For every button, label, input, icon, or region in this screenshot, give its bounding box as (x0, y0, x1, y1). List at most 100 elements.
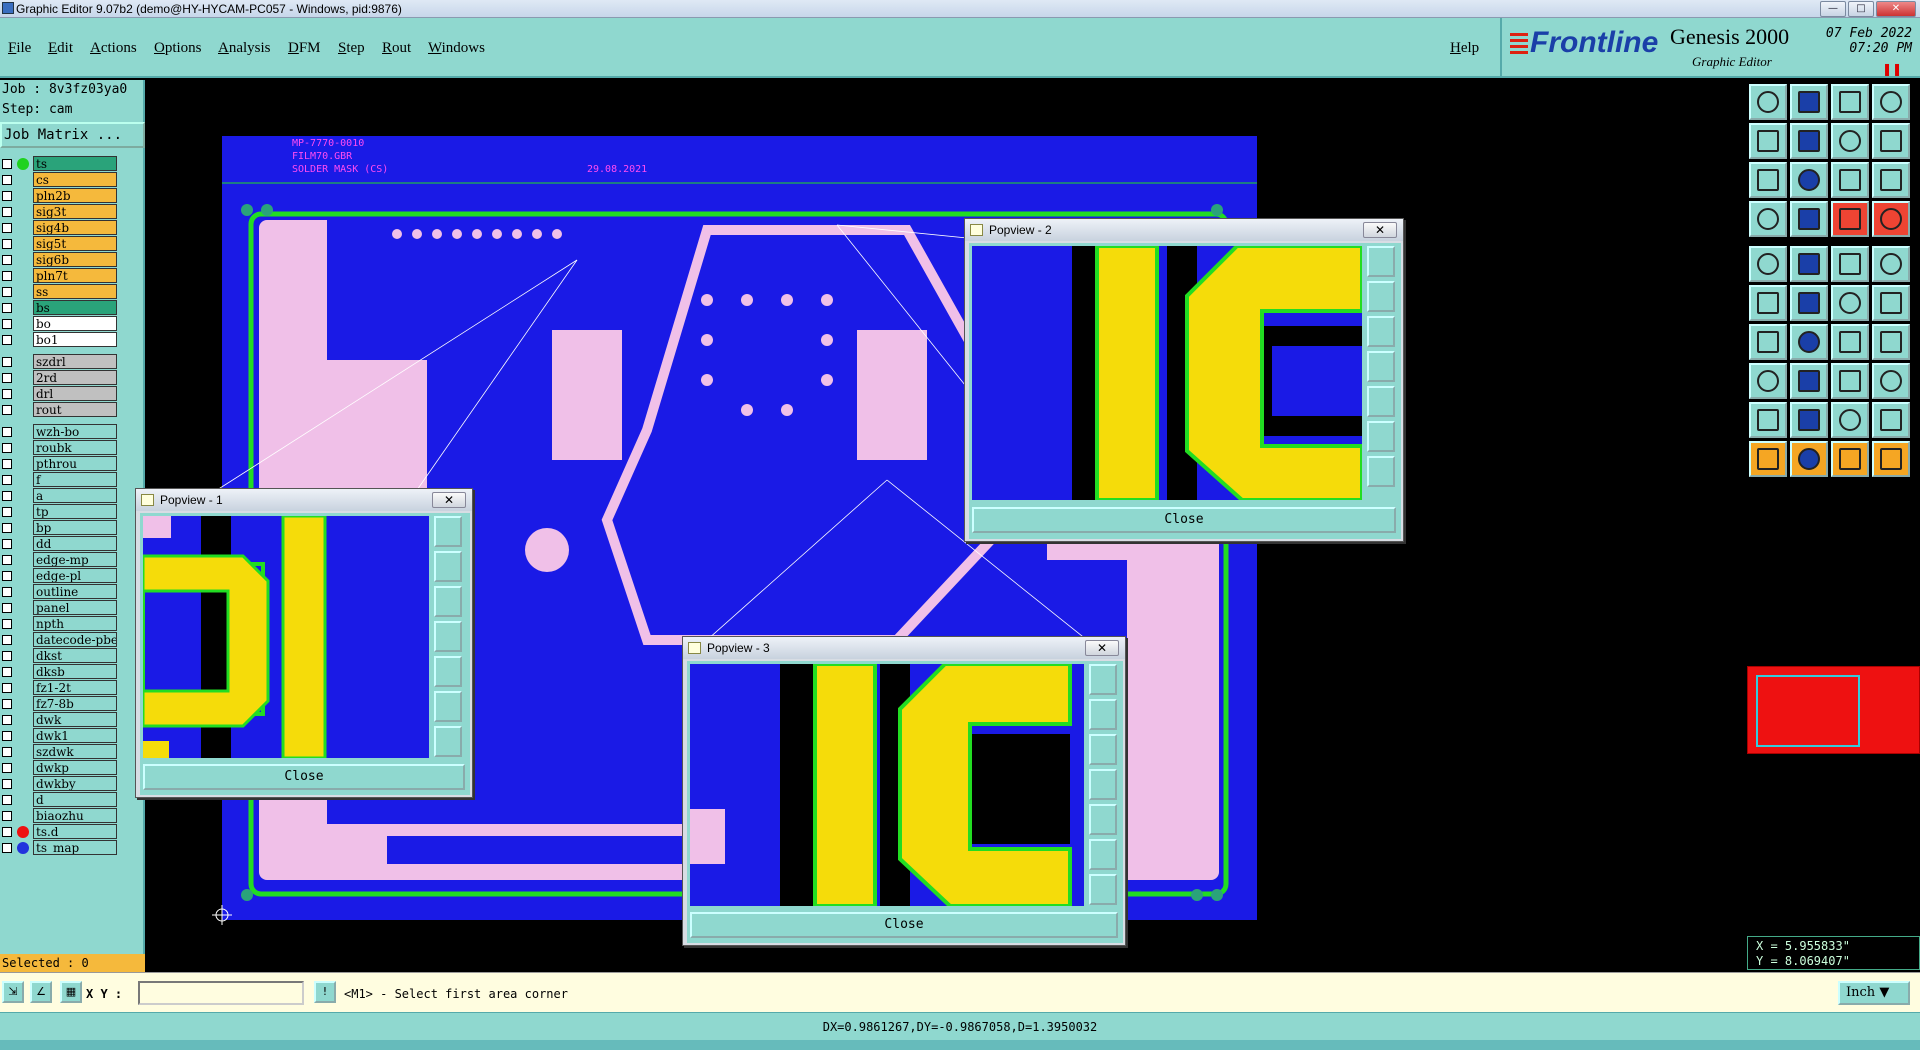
layer-checkbox[interactable] (2, 523, 12, 533)
pan-right-icon[interactable] (434, 656, 462, 687)
layer-name[interactable]: panel (33, 600, 117, 615)
menu-windows[interactable]: Windows (428, 40, 485, 57)
popview-3-close-icon[interactable]: ✕ (1085, 640, 1119, 656)
layer-name[interactable]: 2rd (33, 370, 117, 385)
layer-checkbox[interactable] (2, 287, 12, 297)
job-matrix-button[interactable]: Job Matrix ... (0, 122, 145, 148)
layer-checkbox[interactable] (2, 443, 12, 453)
layer-checkbox[interactable] (2, 715, 12, 725)
layer-checkbox[interactable] (2, 507, 12, 517)
center-icon[interactable] (1089, 874, 1117, 905)
align-icon[interactable] (1831, 363, 1869, 399)
layer-checkbox[interactable] (2, 159, 12, 169)
layer-row[interactable]: dksb (0, 664, 118, 680)
layer-name[interactable]: szdwk (33, 744, 117, 759)
zoom-in-icon[interactable] (434, 551, 462, 582)
info-icon[interactable]: ! (314, 981, 336, 1003)
layer-row[interactable]: a (0, 488, 118, 504)
layer-row[interactable]: fz7-8b (0, 696, 118, 712)
layer-checkbox[interactable] (2, 843, 12, 853)
fence-icon[interactable] (1872, 324, 1910, 360)
popview-3-header[interactable]: Popview - 3 ✕ (683, 637, 1125, 659)
layer-checkbox[interactable] (2, 635, 12, 645)
line-icon[interactable] (1790, 246, 1828, 282)
popview-1[interactable]: Popview - 1 ✕ Close (135, 488, 473, 798)
wave-icon[interactable] (1872, 402, 1910, 438)
popview-2-header[interactable]: Popview - 2 ✕ (965, 219, 1403, 241)
layer-name[interactable]: dd (33, 536, 117, 551)
zoom-home-icon[interactable] (434, 691, 462, 722)
layer-checkbox[interactable] (2, 475, 12, 485)
measure-icon[interactable] (1831, 201, 1869, 237)
layer-name[interactable]: pthrou (33, 456, 117, 471)
pointer-select-icon[interactable] (1790, 441, 1828, 477)
fit-icon[interactable] (1749, 162, 1787, 198)
layer-name[interactable]: sig5t (33, 236, 117, 251)
zoom-out-icon[interactable] (1089, 734, 1117, 765)
zoom-fit-icon[interactable] (1367, 246, 1395, 277)
overview-map[interactable] (1747, 666, 1920, 754)
layer-row[interactable]: ss (0, 284, 118, 300)
zoom-home-icon[interactable] (1089, 839, 1117, 870)
popview-2[interactable]: Popview - 2 ✕ Close (964, 218, 1404, 542)
net-icon[interactable] (1831, 285, 1869, 321)
layer-checkbox[interactable] (2, 223, 12, 233)
layer-row[interactable]: drl (0, 386, 118, 402)
redraw-icon[interactable] (1831, 123, 1869, 159)
zoom-home-icon[interactable] (1367, 421, 1395, 452)
layer-row[interactable]: cs (0, 172, 118, 188)
layer-row[interactable]: npth (0, 616, 118, 632)
layer-name[interactable]: fz1-2t (33, 680, 117, 695)
layer-name[interactable]: dwkby (33, 776, 117, 791)
center-icon[interactable] (1367, 456, 1395, 487)
snap-icon[interactable]: ⇲ (2, 981, 24, 1003)
layer-checkbox[interactable] (2, 731, 12, 741)
layer-name[interactable]: dwk (33, 712, 117, 727)
peak-icon[interactable] (1790, 402, 1828, 438)
layer-checkbox[interactable] (2, 207, 12, 217)
layer-row[interactable]: tp (0, 504, 118, 520)
layer-checkbox[interactable] (2, 747, 12, 757)
layer-row[interactable]: bp (0, 520, 118, 536)
layer-name[interactable]: biaozhu (33, 808, 117, 823)
pan-left-icon[interactable] (1749, 123, 1787, 159)
layer-checkbox[interactable] (2, 335, 12, 345)
layer-name[interactable]: sig4b (33, 220, 117, 235)
angle-icon[interactable] (1749, 324, 1787, 360)
popview-3-close-button[interactable]: Close (690, 912, 1118, 938)
menu-actions[interactable]: Actions (90, 40, 137, 57)
layer-row[interactable]: dwk (0, 712, 118, 728)
layer-name[interactable]: outline (33, 584, 117, 599)
popview-1-close-icon[interactable]: ✕ (432, 492, 466, 508)
layer-checkbox[interactable] (2, 619, 12, 629)
layer-checkbox[interactable] (2, 405, 12, 415)
layer-name[interactable]: fz7-8b (33, 696, 117, 711)
layer-name[interactable]: edge-mp (33, 552, 117, 567)
arc-icon[interactable] (1831, 324, 1869, 360)
pan-right-icon[interactable] (1367, 386, 1395, 417)
connect-icon[interactable] (1749, 285, 1787, 321)
layer-row[interactable]: bo1 (0, 332, 118, 348)
layer-checkbox[interactable] (2, 303, 12, 313)
select-icon[interactable] (1872, 201, 1910, 237)
layer-checkbox[interactable] (2, 357, 12, 367)
layer-row[interactable]: bo (0, 316, 118, 332)
layer-name[interactable]: ts_map (33, 840, 117, 855)
units-select[interactable]: Inch ▼ (1838, 981, 1910, 1005)
layer-name[interactable]: pln2b (33, 188, 117, 203)
layer-row[interactable]: dwk1 (0, 728, 118, 744)
layer-name[interactable]: pln7t (33, 268, 117, 283)
popview-1-viewport[interactable] (143, 516, 429, 758)
scale-icon[interactable] (1831, 162, 1869, 198)
layer-row[interactable]: rout (0, 402, 118, 418)
menu-help[interactable]: Help (1450, 40, 1479, 57)
layer-name[interactable]: drl (33, 386, 117, 401)
maximize-button[interactable]: □ (1848, 1, 1874, 17)
layer-checkbox[interactable] (2, 175, 12, 185)
popview-3[interactable]: Popview - 3 ✕ Close (682, 636, 1126, 946)
minimize-button[interactable]: — (1820, 1, 1846, 17)
layer-name[interactable]: bo1 (33, 332, 117, 347)
menu-step[interactable]: Step (338, 40, 365, 57)
layer-row[interactable]: biaozhu (0, 808, 118, 824)
xy-input[interactable] (138, 981, 304, 1005)
